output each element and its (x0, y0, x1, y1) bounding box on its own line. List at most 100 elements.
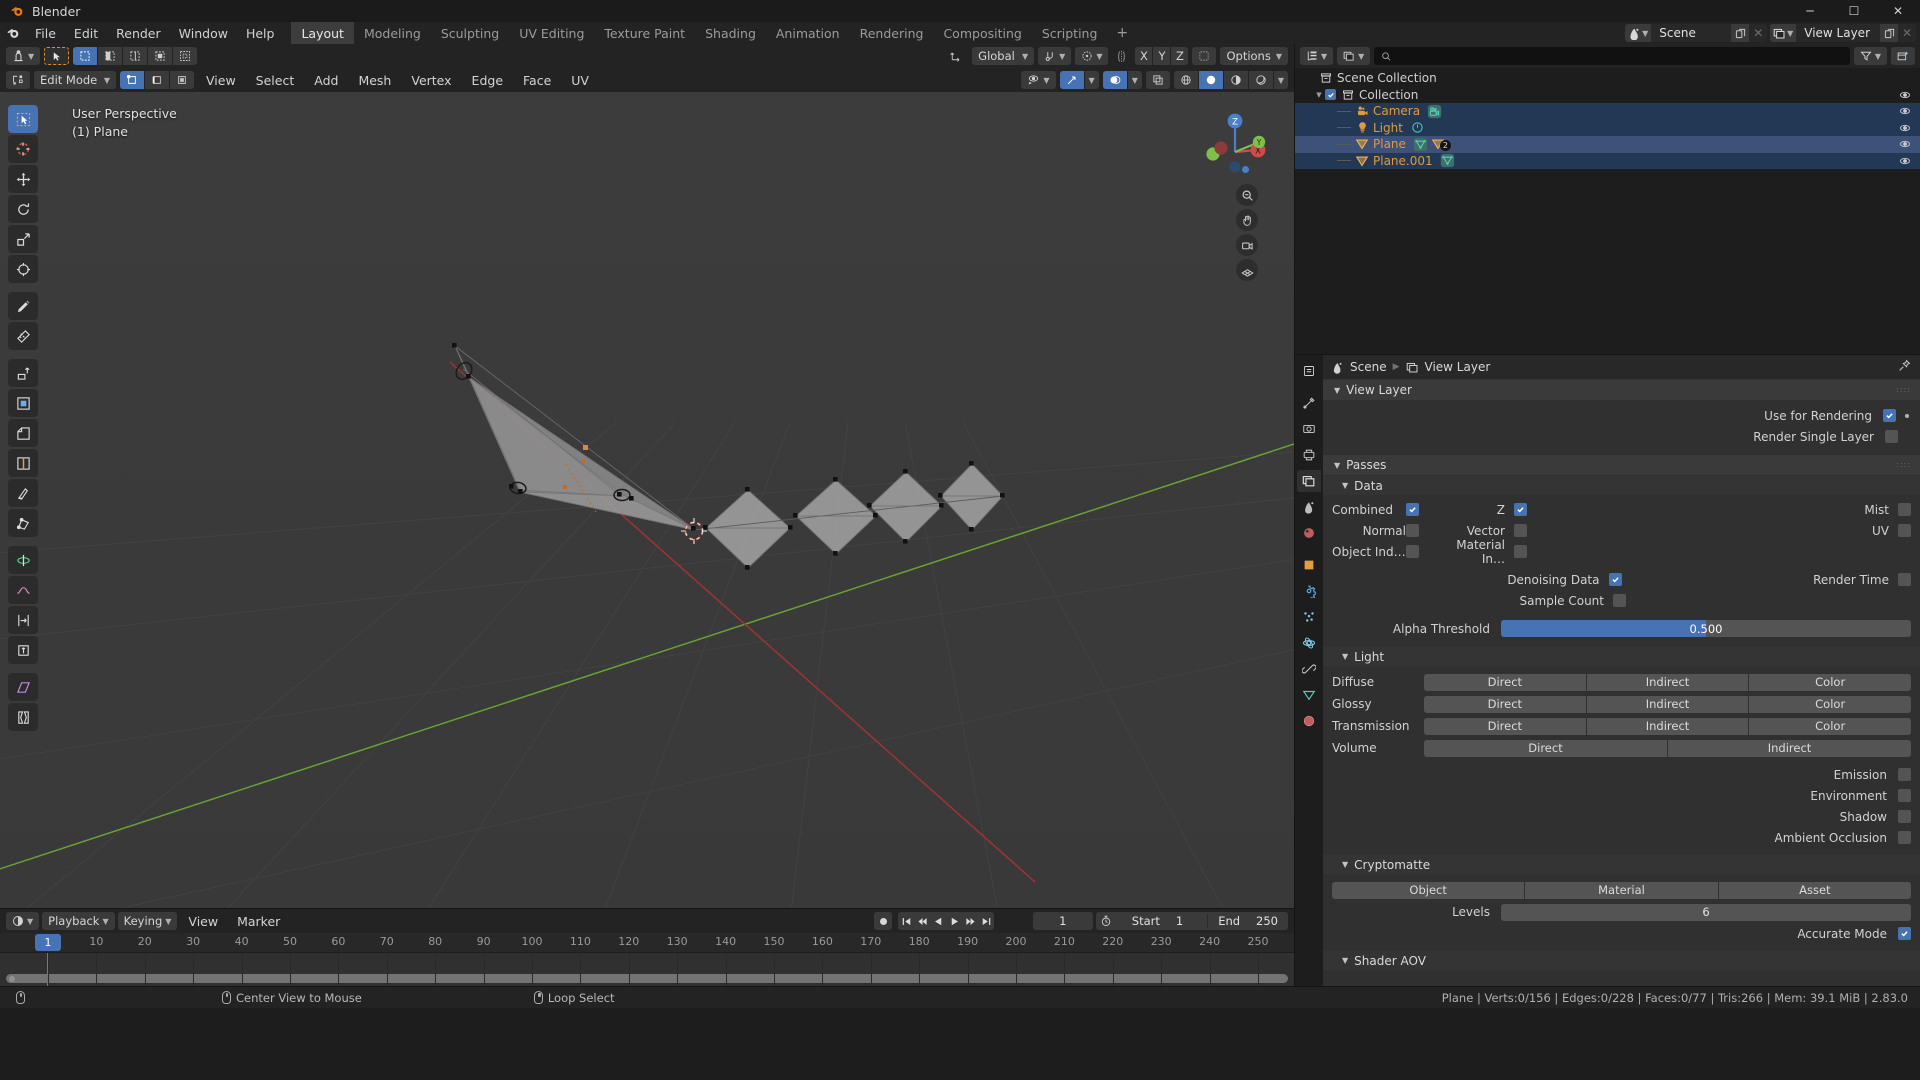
3d-viewport[interactable]: User Perspective (1) Plane Z X Y (0, 92, 1294, 908)
mirror-y-button[interactable]: Y (1153, 47, 1171, 65)
viewport-menu-view[interactable]: View (198, 71, 244, 89)
world-tab[interactable] (1297, 522, 1321, 544)
inset-faces-tool[interactable] (8, 389, 38, 417)
rip-region-tool[interactable] (8, 703, 38, 731)
hide-in-viewport-icon[interactable] (1899, 138, 1911, 153)
outliner-row-light[interactable]: Light (1295, 119, 1920, 137)
shear-tool[interactable] (8, 673, 38, 701)
environment-checkbox[interactable] (1898, 789, 1911, 802)
tab-sculpting[interactable]: Sculpting (431, 22, 509, 44)
transform-tool[interactable] (8, 255, 38, 283)
modifier-tab[interactable] (1297, 580, 1321, 602)
cursor-tool[interactable] (8, 135, 38, 163)
select-extend-icon[interactable] (98, 47, 123, 65)
panel-triangle-icon[interactable]: ▼ (1342, 481, 1348, 490)
jump-to-end-button[interactable] (978, 912, 994, 930)
physics-tab[interactable] (1297, 632, 1321, 654)
modifier-stack-icon[interactable]: 2 (1431, 137, 1451, 152)
viewport-menu-face[interactable]: Face (515, 71, 559, 89)
timeline-menu-playback[interactable]: Playback ▼ (42, 912, 115, 930)
timeline-menu-view[interactable]: View (180, 912, 226, 930)
auto-keying-button[interactable] (874, 912, 892, 930)
add-workspace-button[interactable]: + (1107, 22, 1137, 44)
zoom-icon[interactable] (1236, 184, 1258, 206)
edge-select-icon[interactable] (145, 71, 169, 89)
tab-scripting[interactable]: Scripting (1032, 22, 1108, 44)
timeline-editor-type-icon[interactable]: ▼ (6, 912, 40, 930)
scene-name[interactable]: Scene (1651, 24, 1732, 42)
playhead-frame-indicator[interactable]: 1 (35, 934, 61, 951)
tab-rendering[interactable]: Rendering (850, 22, 934, 44)
tab-uv-editing[interactable]: UV Editing (509, 22, 594, 44)
panel-triangle-icon[interactable]: ▼ (1342, 860, 1348, 869)
mirror-icon[interactable] (1112, 47, 1131, 65)
outliner-row-plane[interactable]: Plane 2 (1295, 136, 1920, 153)
wireframe-shading-icon[interactable] (1173, 71, 1198, 89)
breadcrumb-view-layer[interactable]: View Layer (1425, 360, 1491, 374)
spin-tool[interactable] (8, 546, 38, 574)
material-preview-icon[interactable] (1223, 71, 1248, 89)
remove-view-layer-icon[interactable]: ✕ (1898, 24, 1916, 42)
editor-type-icon[interactable] (6, 71, 30, 89)
properties-editor-type-icon[interactable] (1297, 360, 1321, 382)
hide-in-viewport-icon[interactable] (1899, 105, 1911, 120)
next-keyframe-button[interactable] (962, 912, 978, 930)
knife-tool[interactable] (8, 479, 38, 507)
disclosure-triangle-icon[interactable]: ▼ (1313, 91, 1325, 99)
animate-property-dot[interactable] (1905, 413, 1909, 418)
frame-range-fields[interactable]: Start 1 End 250 (1095, 912, 1288, 930)
remove-scene-icon[interactable]: ✕ (1749, 24, 1767, 42)
object-data-tab[interactable] (1297, 684, 1321, 706)
toggle-ortho-icon[interactable] (1236, 259, 1258, 281)
viewport-menu-uv[interactable]: UV (563, 71, 597, 89)
render-single-layer-checkbox[interactable] (1885, 430, 1898, 443)
tab-animation[interactable]: Animation (766, 22, 850, 44)
view-layer-icon[interactable]: ▼ (1770, 24, 1797, 42)
proportional-editing-icon[interactable]: ▼ (1075, 47, 1109, 65)
cryptomatte-material-button[interactable]: Material (1525, 881, 1718, 899)
show-overlays-icon[interactable] (1102, 71, 1127, 89)
breadcrumb-scene[interactable]: Scene (1350, 360, 1387, 374)
panel-triangle-icon[interactable]: ▼ (1334, 461, 1340, 470)
object-tab[interactable] (1297, 554, 1321, 576)
mist-checkbox[interactable] (1898, 503, 1911, 516)
smooth-tool[interactable] (8, 576, 38, 604)
overlay-dropdown[interactable]: ▼ (1127, 71, 1142, 89)
hide-in-viewport-icon[interactable] (1899, 122, 1911, 137)
mirror-uv-icon[interactable] (1192, 47, 1217, 65)
snapping-icon[interactable]: ▼ (1038, 47, 1072, 65)
glossy-color-button[interactable]: Color (1749, 695, 1912, 713)
timeline-body[interactable] (0, 953, 1294, 986)
current-frame-field[interactable]: 1 (1032, 912, 1093, 930)
loop-cut-tool[interactable] (8, 449, 38, 477)
visibility-icon[interactable]: ▼ (1021, 71, 1056, 89)
collection-checkbox[interactable] (1325, 89, 1336, 101)
solid-shading-icon[interactable] (1198, 71, 1223, 89)
select-invert-icon[interactable] (148, 47, 173, 65)
bevel-tool[interactable] (8, 419, 38, 447)
show-gizmo-icon[interactable] (1059, 71, 1084, 89)
viewport-menu-add[interactable]: Add (306, 71, 346, 89)
mode-selector[interactable]: Edit Mode ▼ (34, 71, 116, 89)
close-button[interactable]: ✕ (1876, 0, 1920, 22)
scene-tab[interactable] (1297, 496, 1321, 518)
diffuse-color-button[interactable]: Color (1749, 673, 1912, 691)
outliner-editor-type-icon[interactable]: ▼ (1300, 47, 1334, 65)
edge-slide-tool[interactable] (8, 606, 38, 634)
transmission-indirect-button[interactable]: Indirect (1586, 717, 1749, 735)
rotate-tool[interactable] (8, 195, 38, 223)
panel-header-view-layer[interactable]: ▼ View Layer :::: (1323, 380, 1920, 400)
camera-view-icon[interactable] (1236, 234, 1258, 256)
alpha-threshold-slider[interactable]: 0.500 (1501, 620, 1911, 637)
mirror-x-button[interactable]: X (1135, 47, 1153, 65)
diffuse-indirect-button[interactable]: Indirect (1586, 673, 1749, 691)
camera-data-icon[interactable] (1427, 104, 1442, 119)
outliner-display-mode[interactable]: ▼ (1337, 47, 1371, 65)
render-time-checkbox[interactable] (1898, 573, 1911, 586)
xray-toggle-icon[interactable] (1145, 71, 1170, 89)
glossy-indirect-button[interactable]: Indirect (1586, 695, 1749, 713)
cryptomatte-asset-button[interactable]: Asset (1718, 881, 1911, 899)
jump-to-start-button[interactable] (898, 912, 914, 930)
viewport-menu-edge[interactable]: Edge (464, 71, 511, 89)
panel-triangle-icon[interactable]: ▼ (1342, 956, 1348, 965)
